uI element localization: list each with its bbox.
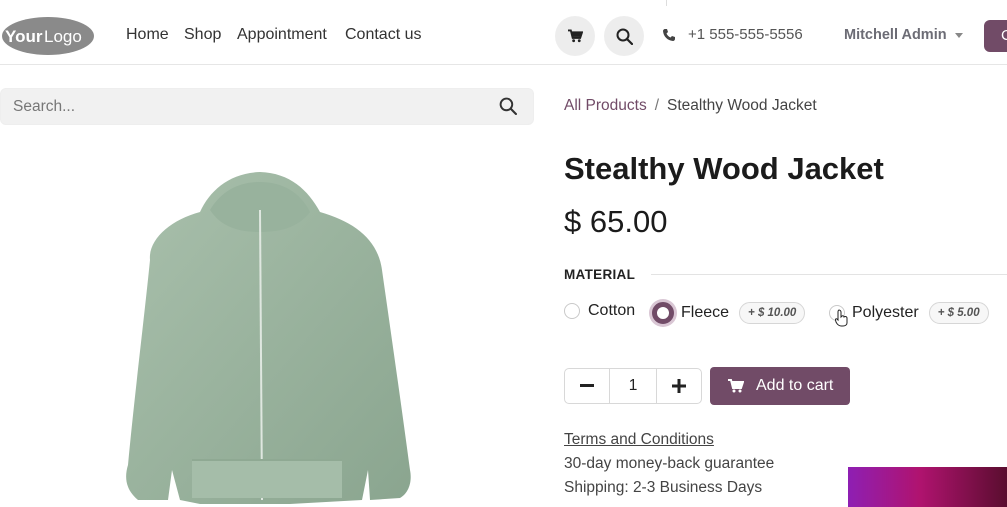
phone-number: +1 555-555-5556 [688,26,803,43]
contact-cta-button[interactable]: C [984,20,1007,52]
breadcrumb: All Products / Stealthy Wood Jacket [564,97,817,115]
attribute-label: MATERIAL [564,267,636,282]
option-cotton[interactable]: Cotton [564,302,635,320]
caret-down-icon [954,32,963,38]
search-button[interactable] [604,16,644,56]
quantity-input[interactable]: 1 [609,369,657,403]
add-to-cart-button[interactable]: Add to cart [710,367,850,405]
search-placeholder: Search... [13,98,76,115]
breadcrumb-current: Stealthy Wood Jacket [667,97,817,114]
cart-button[interactable] [555,16,595,56]
price-extra-badge: + $ 5.00 [928,302,989,324]
user-name: Mitchell Admin [844,27,947,43]
product-price: $ 65.00 [564,204,668,239]
logo[interactable]: Your Logo [0,16,96,56]
guarantee-text: 30-day money-back guarantee [564,455,775,472]
price-extra-badge: + $ 10.00 [739,302,806,324]
minus-icon [580,384,594,387]
radio-cotton[interactable] [564,303,580,319]
nav-contact-us[interactable]: Contact us [345,26,421,44]
navbar: Your Logo Home Shop Appointment Contact … [0,6,1007,65]
search-icon [616,28,633,45]
cart-icon [728,379,744,393]
add-to-cart-label: Add to cart [756,377,834,394]
increase-quantity-button[interactable] [657,369,701,403]
option-label: Polyester [852,304,919,321]
option-polyester[interactable]: Polyester + $ 5.00 [829,302,989,324]
nav-appointment[interactable]: Appointment [237,26,327,44]
cta-label: C [1001,27,1007,44]
product-search-bar[interactable]: Search... [0,88,534,125]
option-label: Fleece [681,304,730,321]
nav-shop[interactable]: Shop [184,26,221,44]
cart-icon [567,29,583,43]
option-fleece[interactable]: Fleece + $ 10.00 [652,302,806,324]
plus-icon [672,379,686,393]
logo-text-your: Your [5,27,43,46]
breadcrumb-all-products[interactable]: All Products [564,97,647,114]
breadcrumb-separator: / [654,97,660,114]
phone-link[interactable]: +1 555-555-5556 [662,26,803,43]
user-menu[interactable]: Mitchell Admin [844,27,963,43]
nav-home[interactable]: Home [126,26,169,44]
option-label: Cotton [588,302,636,319]
quantity-stepper: 1 [564,368,702,404]
shipping-text: Shipping: 2-3 Business Days [564,479,763,496]
logo-text-logo: Logo [44,27,82,46]
product-image [126,172,411,504]
decrease-quantity-button[interactable] [565,369,609,403]
phone-icon [663,28,675,41]
terms-link[interactable]: Terms and Conditions [564,431,714,449]
promo-banner [848,467,1007,507]
attribute-divider [651,274,1007,275]
search-icon[interactable] [499,97,517,115]
hand-cursor-icon [835,309,848,327]
radio-fleece[interactable] [652,302,674,324]
product-title: Stealthy Wood Jacket [564,151,884,186]
